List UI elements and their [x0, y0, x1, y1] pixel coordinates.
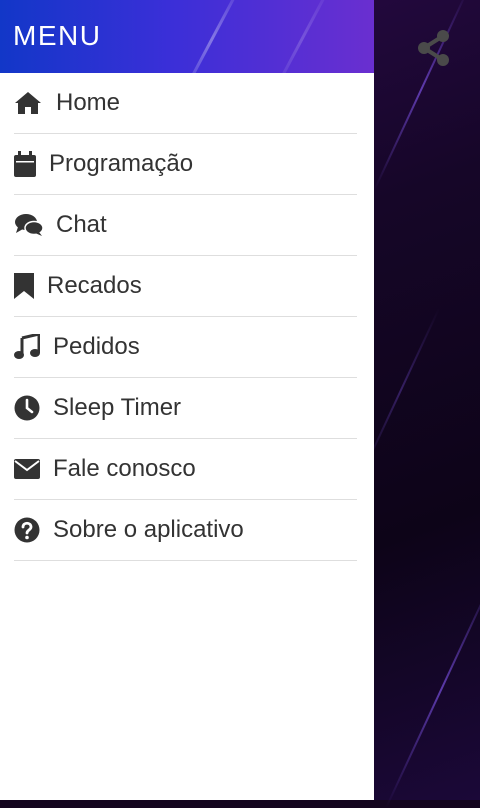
- menu-item-sobre[interactable]: Sobre o aplicativo: [14, 500, 357, 561]
- clock-icon: [14, 394, 42, 422]
- menu-item-label: Recados: [47, 272, 142, 299]
- menu-item-label: Home: [56, 89, 121, 116]
- menu-item-chat[interactable]: Chat: [14, 195, 357, 256]
- menu-item-label: Sleep Timer: [53, 394, 182, 421]
- bookmark-icon: [14, 272, 36, 300]
- menu-item-fale-conosco[interactable]: Fale conosco: [14, 439, 357, 500]
- chat-bubbles-icon: [14, 211, 45, 239]
- menu-item-home[interactable]: Home: [14, 73, 357, 134]
- menu-item-label: Sobre o aplicativo: [53, 516, 244, 543]
- drawer-header: MENU: [0, 0, 374, 73]
- menu-item-label: Fale conosco: [53, 455, 196, 482]
- share-icon: [418, 30, 449, 66]
- menu-item-pedidos[interactable]: Pedidos: [14, 317, 357, 378]
- menu-item-label: Programação: [49, 150, 194, 177]
- menu-item-sleep-timer[interactable]: Sleep Timer: [14, 378, 357, 439]
- menu-item-label: Pedidos: [53, 333, 140, 360]
- music-note-icon: [14, 333, 42, 361]
- menu-item-label: Chat: [56, 211, 107, 238]
- calendar-icon: [14, 150, 38, 178]
- menu-list: Home Programação Chat Recados Pedidos Sl…: [0, 73, 374, 561]
- envelope-icon: [14, 455, 42, 483]
- menu-item-recados[interactable]: Recados: [14, 256, 357, 317]
- menu-title: MENU: [13, 20, 102, 51]
- home-icon: [14, 89, 42, 117]
- menu-item-programacao[interactable]: Programação: [14, 134, 357, 195]
- share-button[interactable]: [412, 26, 456, 70]
- navigation-drawer: MENU Home Programação Chat Recados Pedid…: [0, 0, 374, 800]
- question-circle-icon: [14, 516, 42, 544]
